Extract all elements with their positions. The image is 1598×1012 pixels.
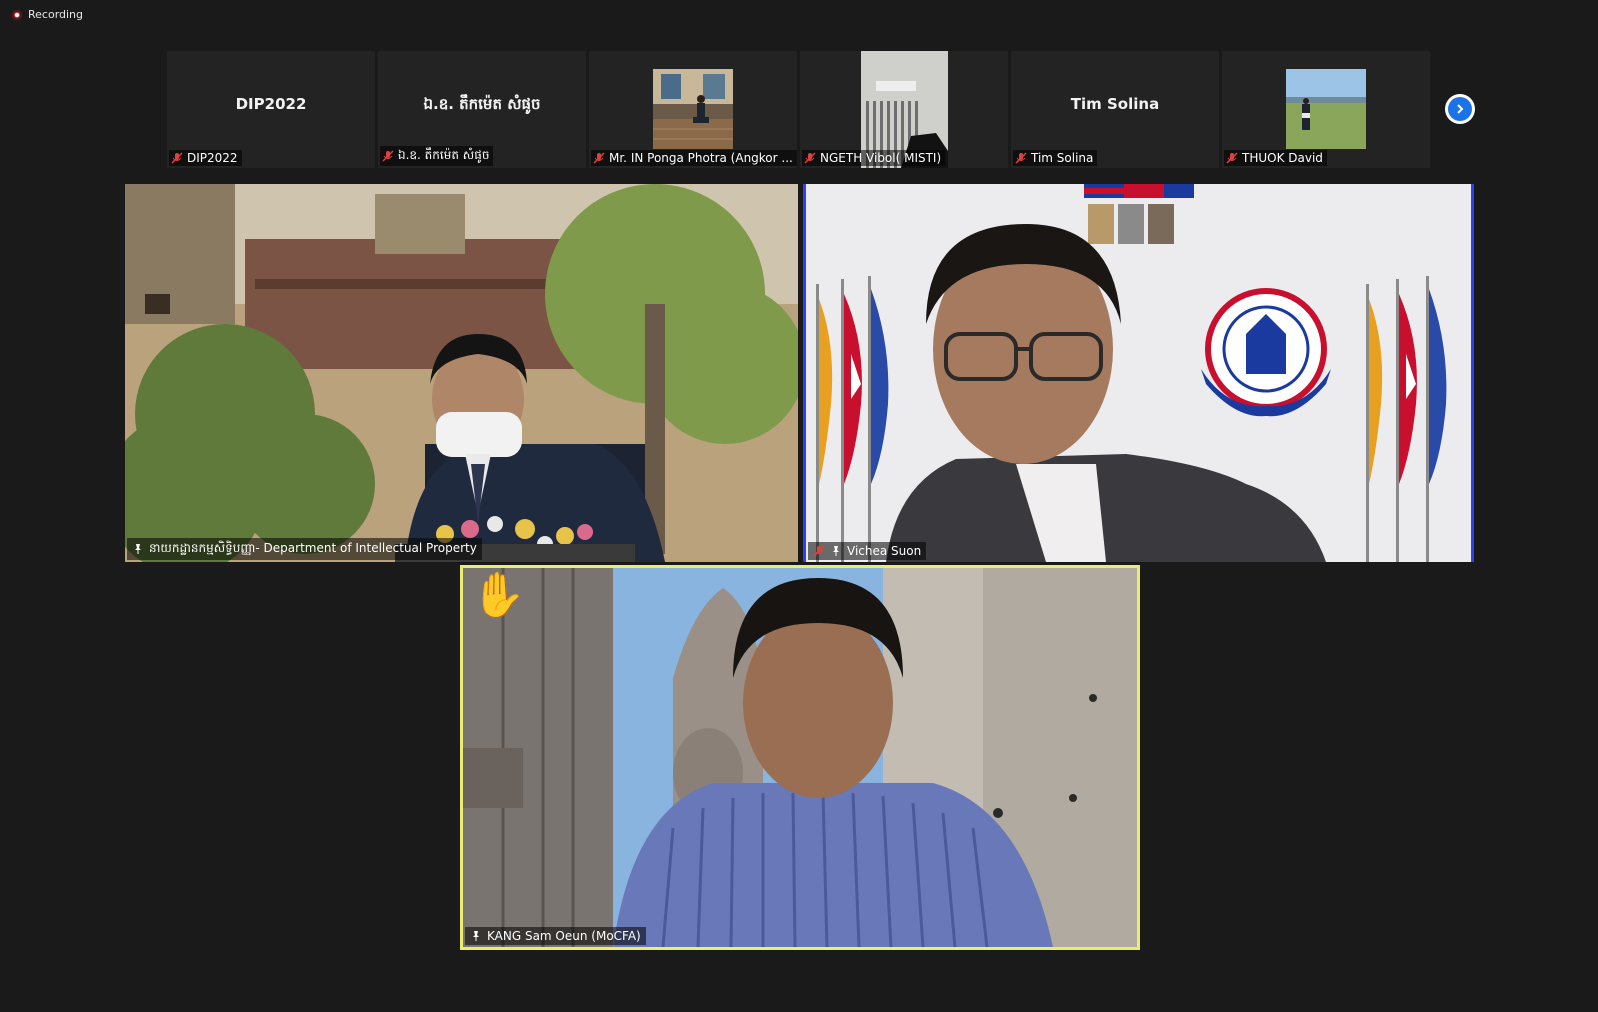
participant-label: Tim Solina: [1013, 150, 1098, 166]
pin-icon: [833, 546, 839, 556]
participant-label: DIP2022: [169, 150, 242, 166]
mic-muted-icon: [382, 150, 394, 162]
pin-icon: [473, 931, 479, 941]
participant-display-name: ឯ.ឧ. តឹកម៉េត សំផូច: [423, 95, 541, 113]
participant-tile[interactable]: ឯ.ឧ. តឹកម៉េត សំផូច ឯ.ឧ. តឹកម៉េត សំផូច: [378, 51, 586, 168]
participant-label-text: THUOK David: [1242, 151, 1323, 165]
participant-name-overlay: KANG Sam Oeun (MoCFA): [465, 927, 646, 945]
mic-muted-icon: [1015, 152, 1027, 164]
participant-tile[interactable]: THUOK David: [1222, 51, 1430, 168]
participant-label-text: DIP2022: [187, 151, 238, 165]
participant-label: ឯ.ឧ. តឹកម៉េត សំផូច: [380, 146, 494, 166]
recording-indicator: Recording: [12, 8, 83, 21]
next-page-button[interactable]: [1445, 94, 1475, 124]
participant-label-text: Mr. IN Ponga Photra (Angkor ...: [609, 151, 793, 165]
participant-label: Mr. IN Ponga Photra (Angkor ...: [591, 150, 797, 166]
participant-tile[interactable]: Tim Solina Tim Solina: [1011, 51, 1219, 168]
participant-display-name: DIP2022: [235, 95, 307, 113]
mic-muted-icon: [813, 545, 825, 557]
video-tile-kang-sam-oeun[interactable]: ✋ KANG Sam Oeun (MoCFA): [460, 565, 1140, 950]
video-feed: [806, 184, 1471, 562]
raised-hand-icon: ✋: [471, 570, 526, 621]
participant-name: KANG Sam Oeun (MoCFA): [487, 929, 641, 943]
participant-tile[interactable]: Mr. IN Ponga Photra (Angkor ...: [589, 51, 797, 168]
participant-tile[interactable]: NGETH Vibol( MISTI): [800, 51, 1008, 168]
recording-icon: [12, 9, 22, 20]
chevron-right-icon: [1448, 97, 1472, 121]
participant-name-overlay: Vichea Suon: [808, 542, 927, 560]
participant-label-text: NGETH Vibol( MISTI): [820, 151, 942, 165]
mic-muted-icon: [171, 152, 183, 164]
mic-muted-icon: [1226, 152, 1238, 164]
participant-photo: [653, 69, 733, 149]
mic-muted-icon: [804, 152, 816, 164]
participant-label: THUOK David: [1224, 150, 1327, 166]
participant-name: Vichea Suon: [847, 544, 922, 558]
participant-label-text: ឯ.ឧ. តឹកម៉េត សំផូច: [398, 148, 490, 162]
pin-icon: [135, 544, 141, 554]
participant-name: នាយកដ្ឋានកម្មសិទ្ធិបញ្ញា- Department of …: [149, 541, 477, 555]
video-feed: [463, 568, 1137, 947]
video-tile-dip[interactable]: នាយកដ្ឋានកម្មសិទ្ធិបញ្ញា- Department of …: [125, 184, 798, 562]
participant-photo: [1286, 69, 1366, 149]
mic-muted-icon: [593, 152, 605, 164]
participant-label: NGETH Vibol( MISTI): [802, 150, 946, 166]
participant-strip: DIP2022 DIP2022 ឯ.ឧ. តឹកម៉េត សំផូច ឯ.ឧ. …: [167, 51, 1432, 168]
participant-label-text: Tim Solina: [1031, 151, 1094, 165]
recording-label: Recording: [28, 8, 84, 21]
video-feed: [125, 184, 798, 562]
participant-tile[interactable]: DIP2022 DIP2022: [167, 51, 375, 168]
participant-name-overlay: នាយកដ្ឋានកម្មសិទ្ធិបញ្ញា- Department of …: [127, 538, 482, 560]
video-tile-vichea-suon[interactable]: Vichea Suon: [803, 184, 1474, 562]
participant-display-name: Tim Solina: [1070, 95, 1160, 113]
